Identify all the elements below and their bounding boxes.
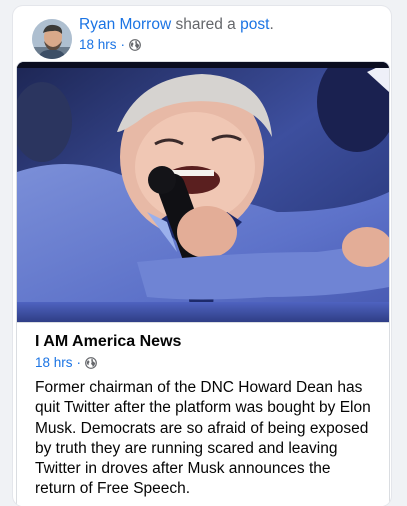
post-card: Ryan Morrow shared a post. 18 hrs · I AM… [13, 6, 391, 506]
shared-page-name[interactable]: I AM America News [35, 333, 181, 351]
shared-post-meta: 18 hrs · [35, 355, 97, 370]
shared-post-body: Former chairman of the DNC Howard Dean h… [35, 379, 371, 498]
post-header: Ryan Morrow shared a post. 18 hrs · [13, 6, 391, 61]
globe-icon [85, 356, 97, 369]
shared-post[interactable]: I AM America News 18 hrs · Former chairm… [16, 61, 390, 506]
shared-meta-separator: · [76, 355, 82, 370]
shared-a-text: shared a [175, 16, 236, 33]
author-name-link[interactable]: Ryan Morrow [79, 16, 171, 33]
post-period: . [269, 16, 274, 33]
share-line: Ryan Morrow shared a post. [79, 16, 274, 34]
shared-post-image[interactable] [17, 62, 389, 322]
author-avatar[interactable] [32, 19, 72, 59]
meta-separator: · [120, 37, 126, 52]
post-meta: 18 hrs · [79, 37, 141, 52]
post-timestamp[interactable]: 18 hrs [79, 37, 117, 52]
media-divider [17, 322, 389, 323]
shared-post-timestamp[interactable]: 18 hrs [35, 355, 73, 370]
avatar-image [32, 19, 72, 59]
post-link[interactable]: post [240, 16, 269, 33]
speaker-photo [17, 62, 389, 322]
globe-icon [129, 38, 141, 51]
